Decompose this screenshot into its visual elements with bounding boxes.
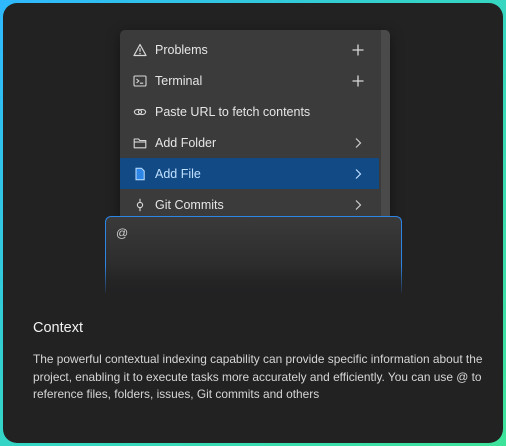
feature-title: Context [33, 320, 83, 336]
menu-item-label: Git Commits [155, 197, 224, 212]
input-text: @ [116, 226, 129, 240]
menu-item-label: Add File [155, 166, 201, 181]
menu-item-add-folder[interactable]: Add Folder [120, 127, 379, 158]
context-feature-card: Problems Terminal Paste URL to fetch con… [3, 3, 503, 443]
plus-icon[interactable] [351, 43, 365, 57]
menu-item-paste-url[interactable]: Paste URL to fetch contents [120, 96, 379, 127]
menu-item-label: Terminal [155, 73, 203, 88]
menu-item-add-file[interactable]: Add File [120, 158, 379, 189]
warning-triangle-icon [133, 43, 147, 57]
menu-item-label: Paste URL to fetch contents [155, 104, 311, 119]
chevron-right-icon [351, 167, 365, 181]
chevron-right-icon [351, 198, 365, 212]
chevron-right-icon [351, 136, 365, 150]
feature-description: The powerful contextual indexing capabil… [33, 352, 483, 401]
menu-scrollbar[interactable] [381, 30, 390, 221]
folder-icon [133, 136, 147, 150]
file-icon [133, 167, 147, 181]
menu-item-terminal[interactable]: Terminal [120, 65, 379, 96]
link-icon [133, 105, 147, 119]
menu-item-label: Problems [155, 42, 208, 57]
terminal-icon [133, 74, 147, 88]
plus-icon[interactable] [351, 74, 365, 88]
menu-item-problems[interactable]: Problems [120, 34, 379, 65]
menu-item-label: Add Folder [155, 135, 217, 150]
input-fade-overlay [103, 265, 405, 297]
context-menu: Problems Terminal Paste URL to fetch con… [120, 30, 390, 221]
git-commit-icon [133, 198, 147, 212]
